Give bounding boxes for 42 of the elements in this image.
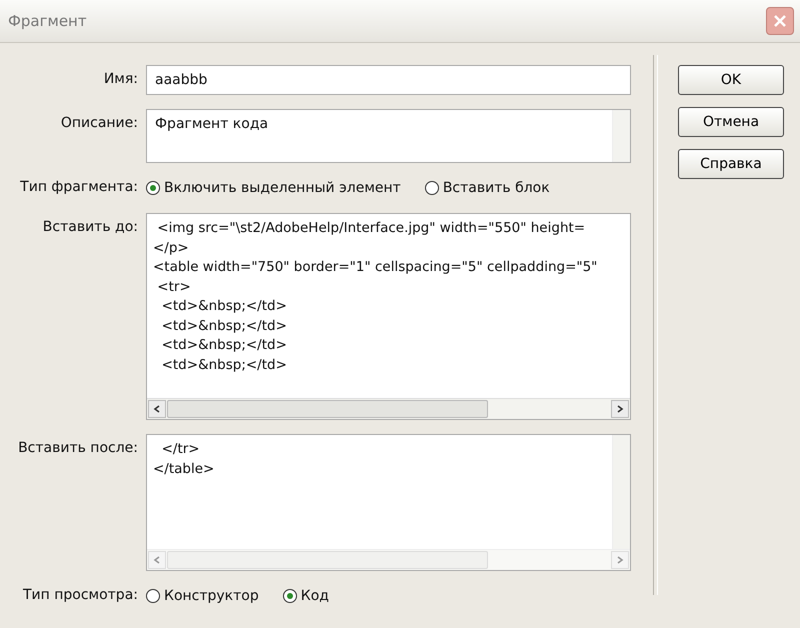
code-line: </tr> [160,440,201,459]
code-line: <td>&nbsp;</td> [160,316,288,336]
dialog-button[interactable]: Отмена [678,107,784,137]
code-line: <td>&nbsp;</td> [160,297,288,316]
field-label: Вставить до: [42,218,138,235]
scroll-right-icon[interactable] [611,400,629,418]
code-line: <td>&nbsp;</td> [160,336,288,355]
radio-icon[interactable] [146,589,160,603]
radio-option[interactable]: Код [282,588,329,604]
radio-option[interactable]: Вставить блок [424,180,550,196]
code-line: </table> [153,460,216,478]
code-line: <img src="\st2/AdobeHelp/Interface.jpg" width="550" height= [156,219,586,238]
close-icon [773,14,787,28]
scroll-left-icon[interactable] [148,400,166,418]
description-field[interactable]: Фрагмент кода [146,109,631,163]
scrollbar[interactable] [147,549,630,570]
field-label: Тип фрагмента: [19,178,138,195]
code-field[interactable]: </tr> </table> [146,434,631,571]
scroll-thumb[interactable] [167,400,488,418]
window-title: Фрагмент [8,12,87,30]
scroll-thumb[interactable] [167,551,488,569]
radio-option[interactable]: Конструктор [146,588,259,604]
dialog-button[interactable]: Справка [678,149,784,179]
field-label: Имя: [102,70,138,87]
scrollbar[interactable] [147,398,630,419]
dialog-button[interactable]: OK [678,65,784,95]
code-field[interactable]: <img src="\st2/AdobeHelp/Interface.jpg" width="550" height= </p> <table width="750" border="1" cellspacing="5" cellpadding="5" <tr> <td>&nbsp;</td> <td>&nbsp;</td> <td>&nbsp;</td> <td>&nbsp;</td> [146,213,631,420]
radio-icon[interactable] [146,181,160,195]
field-label: Вставить после: [17,439,138,456]
field-label: Описание: [60,114,138,131]
radio-icon[interactable] [424,181,439,195]
radio-option[interactable]: Включить выделенный элемент [146,180,401,196]
name-field[interactable]: aaabbb [146,65,631,95]
code-line: <tr> [156,278,192,296]
close-button[interactable] [766,7,794,35]
code-line: <td>&nbsp;</td> [160,356,288,374]
code-line: </p> [153,238,190,258]
radio-icon[interactable] [282,589,297,603]
field-label: Тип просмотра: [22,586,138,603]
scrollbar[interactable] [612,110,630,162]
scrollbar[interactable] [612,435,630,549]
code-line: <table width="750" border="1" cellspacing="5" cellpadding="5" [153,258,598,277]
